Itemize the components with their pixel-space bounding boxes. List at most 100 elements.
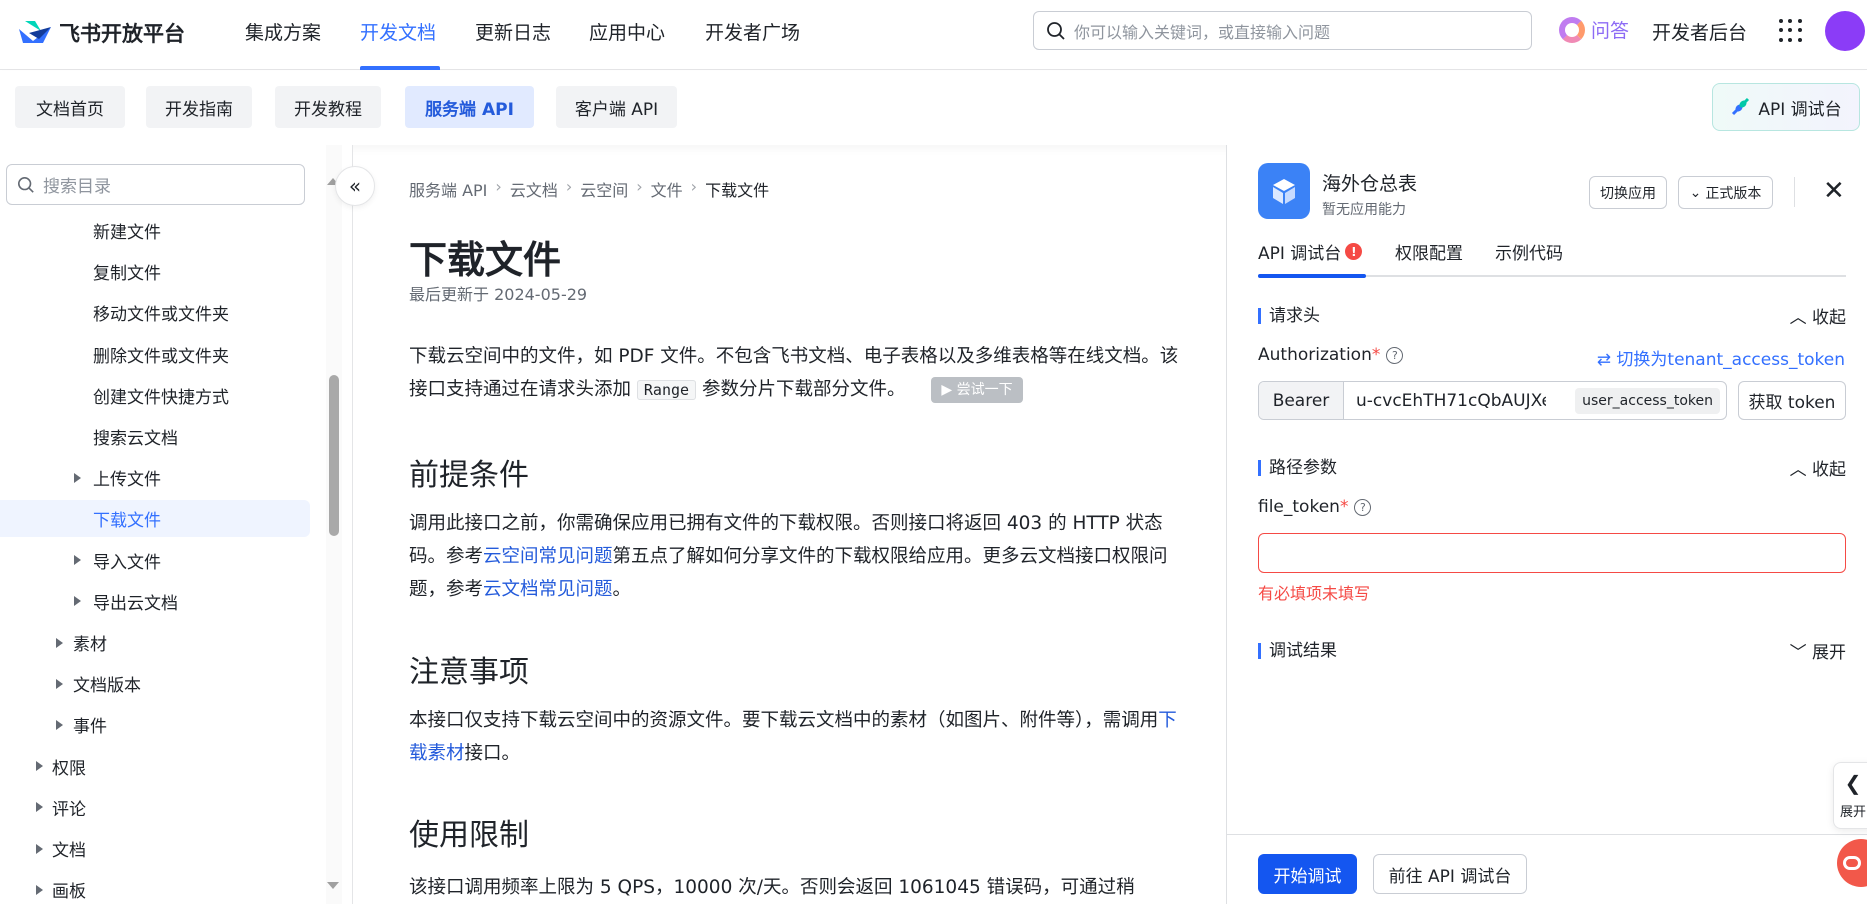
docs-faq-link[interactable]: 云文档常见问题 xyxy=(483,579,613,600)
collapse-sidebar-button[interactable]: « xyxy=(335,166,375,206)
drive-faq-link[interactable]: 云空间常见问题 xyxy=(483,546,613,567)
tab-server-api[interactable]: 服务端 API xyxy=(405,86,534,128)
sidebar-item-label: 导入文件 xyxy=(93,552,161,573)
caret-right-icon[interactable] xyxy=(56,719,63,730)
apps-grid-icon[interactable] xyxy=(1779,19,1803,43)
nav-developer-square[interactable]: 开发者广场 xyxy=(705,18,800,45)
breadcrumb: 服务端 API › 云文档 › 云空间 › 文件 › 下载文件 xyxy=(409,177,769,201)
sidebar-item[interactable]: 复制文件 xyxy=(0,253,310,290)
nav-app-center[interactable]: 应用中心 xyxy=(589,18,665,45)
caret-right-icon[interactable] xyxy=(56,637,63,648)
sidebar-item[interactable]: 导入文件 xyxy=(0,542,310,579)
collapse-toggle[interactable]: ︿ 收起 xyxy=(1790,303,1846,328)
notes-paragraph: 本接口仅支持下载云空间中的资源文件。要下载云文档中的素材（如图片、附件等），需调… xyxy=(409,704,1179,770)
sidebar-item[interactable]: 文档 xyxy=(0,830,310,867)
sidebar-item[interactable]: 权限 xyxy=(0,748,310,785)
error-badge-icon: ! xyxy=(1345,243,1363,260)
caret-right-icon[interactable] xyxy=(36,843,43,854)
search-input[interactable]: 你可以输入关键词，或直接输入问题 xyxy=(1033,11,1532,50)
tab-doc-home[interactable]: 文档首页 xyxy=(15,86,125,128)
section-path-params: 路径参数 ︿ 收起 xyxy=(1258,455,1846,480)
try-it-button[interactable]: ▶ 尝试一下 xyxy=(931,377,1023,403)
nav-docs[interactable]: 开发文档 xyxy=(360,18,436,45)
sidebar-item[interactable]: 创建文件快捷方式 xyxy=(0,377,310,414)
nav-solutions[interactable]: 集成方案 xyxy=(245,18,321,45)
floating-expand-tab[interactable]: ❮ 展开 xyxy=(1833,762,1867,829)
caret-right-icon[interactable] xyxy=(36,802,43,813)
section-heading-prereq: 前提条件 xyxy=(409,458,529,493)
avatar[interactable] xyxy=(1825,11,1865,51)
scroll-down-arrow-icon[interactable] xyxy=(327,882,339,889)
caret-right-icon[interactable] xyxy=(36,761,43,772)
sidebar-item[interactable]: 素材 xyxy=(0,624,310,661)
switch-app-button[interactable]: 切换应用 xyxy=(1589,176,1667,209)
tab-permissions[interactable]: 权限配置 xyxy=(1395,239,1463,264)
close-icon[interactable]: ✕ xyxy=(1823,177,1845,205)
intro-paragraph: 下载云空间中的文件，如 PDF 文件。不包含飞书文档、电子表格以及多维表格等在线… xyxy=(409,340,1179,407)
chevron-up-icon: ︿ xyxy=(1789,308,1807,328)
qa-ring-icon xyxy=(1559,16,1585,43)
api-console-button[interactable]: API 调试台 xyxy=(1712,83,1860,131)
file-token-input[interactable] xyxy=(1258,533,1846,573)
sidebar-item[interactable]: 删除文件或文件夹 xyxy=(0,336,310,373)
help-icon[interactable]: ? xyxy=(1354,498,1372,516)
collapse-toggle[interactable]: ︿ 收起 xyxy=(1790,455,1846,480)
breadcrumb-item[interactable]: 文件 xyxy=(651,177,683,201)
active-tab-indicator xyxy=(1258,274,1366,278)
sidebar-item[interactable]: 上传文件 xyxy=(0,459,310,496)
tab-client-api[interactable]: 客户端 API xyxy=(556,86,677,128)
sidebar-item-label: 事件 xyxy=(73,717,107,738)
goto-api-console-button[interactable]: 前往 API 调试台 xyxy=(1373,854,1527,894)
tab-sample-code[interactable]: 示例代码 xyxy=(1495,239,1563,264)
intro-text-2: 参数分片下载部分文件。 xyxy=(701,379,906,400)
qa-label: 问答 xyxy=(1591,20,1630,42)
scrollbar-thumb[interactable] xyxy=(329,375,339,536)
tab-api-console[interactable]: API 调试台! xyxy=(1258,239,1363,264)
sidebar-item[interactable]: 事件 xyxy=(0,706,310,743)
caret-right-icon[interactable] xyxy=(74,555,81,566)
sidebar-search-input[interactable]: 搜索目录 xyxy=(6,164,305,205)
tab-label: API 调试台 xyxy=(1258,244,1342,264)
breadcrumb-item[interactable]: 云空间 xyxy=(580,177,628,201)
developer-console-link[interactable]: 开发者后台 xyxy=(1652,18,1747,45)
tab-dev-guide[interactable]: 开发指南 xyxy=(146,86,252,128)
prereq-paragraph: 调用此接口之前，你需确保应用已拥有文件的下载权限。否则接口将返回 403 的 H… xyxy=(409,507,1179,606)
chevron-left-icon: ❮ xyxy=(1844,771,1862,795)
divider xyxy=(1794,177,1795,207)
sidebar-item[interactable]: 移动文件或文件夹 xyxy=(0,294,310,331)
caret-right-icon[interactable] xyxy=(74,596,81,607)
bearer-prefix: Bearer xyxy=(1259,382,1344,419)
version-dropdown[interactable]: ⌄ 正式版本 xyxy=(1678,176,1773,209)
switch-token-link[interactable]: ⇄ 切换为tenant_access_token xyxy=(1597,345,1845,370)
sidebar-item[interactable]: 评论 xyxy=(0,789,310,826)
chevron-down-icon: ⌄ xyxy=(1689,184,1702,201)
qa-button[interactable]: 问答 xyxy=(1559,16,1629,43)
chevron-right-icon: › xyxy=(565,177,573,196)
expand-toggle[interactable]: ﹀ 展开 xyxy=(1790,638,1846,663)
search-icon xyxy=(17,176,34,193)
sidebar-item[interactable]: 搜索云文档 xyxy=(0,418,310,455)
sidebar-item[interactable]: 文档版本 xyxy=(0,665,310,702)
caret-right-icon[interactable] xyxy=(56,678,63,689)
caret-right-icon[interactable] xyxy=(36,884,43,895)
swap-icon: ⇄ xyxy=(1596,350,1617,370)
sidebar-item[interactable]: 新建文件 xyxy=(0,212,310,249)
sidebar-item[interactable]: 画板 xyxy=(0,871,310,908)
page-title: 下载文件 xyxy=(409,238,562,282)
start-debug-button[interactable]: 开始调试 xyxy=(1258,854,1357,894)
required-asterisk: * xyxy=(1371,345,1381,365)
tab-dev-tutorial[interactable]: 开发教程 xyxy=(275,86,381,128)
breadcrumb-item[interactable]: 云文档 xyxy=(510,177,558,201)
sidebar-item-label: 搜索云文档 xyxy=(93,429,178,449)
logo[interactable]: 飞书开放平台 xyxy=(19,18,185,48)
help-icon[interactable]: ? xyxy=(1386,346,1404,364)
caret-right-icon[interactable] xyxy=(74,472,81,483)
sidebar-item-label: 复制文件 xyxy=(93,264,161,285)
nav-changelog[interactable]: 更新日志 xyxy=(475,18,551,45)
breadcrumb-item[interactable]: 服务端 API xyxy=(409,177,487,201)
app-name: 海外仓总表 xyxy=(1322,173,1418,195)
sidebar-item[interactable]: 下载文件 xyxy=(0,500,310,538)
get-token-button[interactable]: 获取 token xyxy=(1738,381,1846,420)
sidebar-item[interactable]: 导出云文档 xyxy=(0,583,310,620)
chevron-right-icon: › xyxy=(690,177,698,196)
